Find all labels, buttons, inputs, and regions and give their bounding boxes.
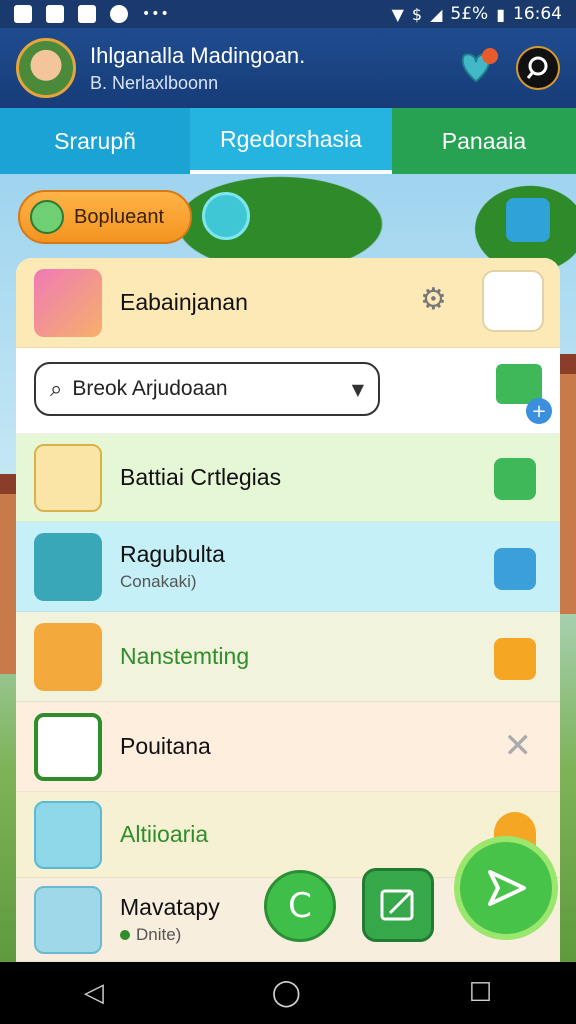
call-button[interactable]: C <box>264 870 336 942</box>
search-row: ⌕ Breok Arjudoaan ▼ + <box>16 348 560 434</box>
search-icon <box>526 56 548 79</box>
add-icon[interactable]: + <box>526 398 552 424</box>
notification-button[interactable] <box>454 46 498 90</box>
list-item[interactable]: Nanstemting <box>16 612 560 702</box>
tag-icon[interactable] <box>494 638 536 680</box>
globe-icon <box>30 200 64 234</box>
more-notifications: ••• <box>142 6 170 22</box>
list-item-title: Altiioaria <box>120 821 209 847</box>
tablet-icon <box>34 622 102 691</box>
list-item-title: Mavatapy <box>120 894 220 920</box>
list-header-title: Eabainjanan <box>120 289 248 315</box>
list-item-title: Pouitana <box>120 733 211 759</box>
list-item-title: Ragubulta <box>120 541 225 567</box>
list-item-subtitle: Conakaki) <box>120 572 197 591</box>
compose-button[interactable] <box>362 868 434 942</box>
chat-icon[interactable] <box>494 458 536 500</box>
avatar <box>34 800 102 869</box>
list-item[interactable]: Pouitana ✕ <box>16 702 560 792</box>
tools-icon[interactable] <box>482 270 544 332</box>
tab-3[interactable]: Panaaia <box>392 108 576 174</box>
send-button[interactable] <box>454 836 558 940</box>
recents-icon[interactable]: ☐ <box>469 978 492 1008</box>
search-icon: ⌕ <box>50 376 63 402</box>
list-item-title: Nanstemting <box>120 643 250 669</box>
system-nav-bar: ◁ ◯ ☐ <box>0 962 576 1024</box>
search-value: Breok Arjudoaan <box>72 377 228 400</box>
category-pill-button[interactable]: Boplueant <box>18 190 192 244</box>
search-field[interactable]: ⌕ Breok Arjudoaan ▼ <box>34 362 380 416</box>
status-bar: ••• ▼ $ ◢ 5£% ▮ 16:64 <box>0 0 576 28</box>
list-header-row[interactable]: Eabainjanan ⚙ <box>16 258 560 348</box>
refresh-button[interactable] <box>202 192 250 240</box>
back-icon[interactable]: ◁ <box>84 978 104 1008</box>
compose-icon <box>380 889 414 921</box>
header-title: Ihlganalla Madingoan. <box>90 42 306 68</box>
profile-avatar[interactable] <box>16 38 76 98</box>
data-icon: $ <box>411 4 423 24</box>
wifi-icon: ▼ <box>391 4 404 24</box>
tab-2-active[interactable]: Rgedorshasia <box>190 108 392 174</box>
photo-icon <box>34 712 102 781</box>
chevron-down-icon[interactable]: ▼ <box>352 380 364 399</box>
notification-icon <box>14 5 32 23</box>
avatar <box>34 885 102 954</box>
header-subtitle: B. Nerlaxlboonn <box>90 72 219 93</box>
home-icon[interactable]: ◯ <box>272 978 301 1008</box>
profile-photo-icon <box>34 268 102 337</box>
signal-icon: ◢ <box>430 4 443 24</box>
send-icon[interactable] <box>494 548 536 590</box>
search-button[interactable] <box>516 46 560 90</box>
notification-icon <box>46 5 64 23</box>
gear-icon[interactable]: ⚙ <box>420 282 447 317</box>
pill-label: Boplueant <box>74 205 165 228</box>
avatar <box>34 532 102 601</box>
send-icon <box>488 870 526 906</box>
list-item[interactable]: Battiai Crtlegias <box>16 434 560 522</box>
notification-icon <box>110 5 128 23</box>
notification-icon <box>78 5 96 23</box>
notification-badge <box>482 48 498 64</box>
battery-percent: 5£% <box>450 4 489 24</box>
edit-icon[interactable] <box>506 198 550 242</box>
status-dot <box>120 930 130 940</box>
document-icon <box>34 443 102 512</box>
list-item-title: Battiai Crtlegias <box>120 464 282 490</box>
battery-icon: ▮ <box>496 4 505 24</box>
phone-icon: C <box>288 886 312 926</box>
tools-icon[interactable]: ✕ <box>504 726 533 766</box>
list-item-subtitle: Dnite) <box>120 925 220 945</box>
clock: 16:64 <box>513 4 562 24</box>
list-item[interactable]: Ragubulta Conakaki) <box>16 522 560 612</box>
app-header: Ihlganalla Madingoan. B. Nerlaxlboonn <box>0 28 576 108</box>
tab-bar: Srarupñ Rgedorshasia Panaaia <box>0 108 576 174</box>
tab-1[interactable]: Srarupñ <box>0 108 190 174</box>
